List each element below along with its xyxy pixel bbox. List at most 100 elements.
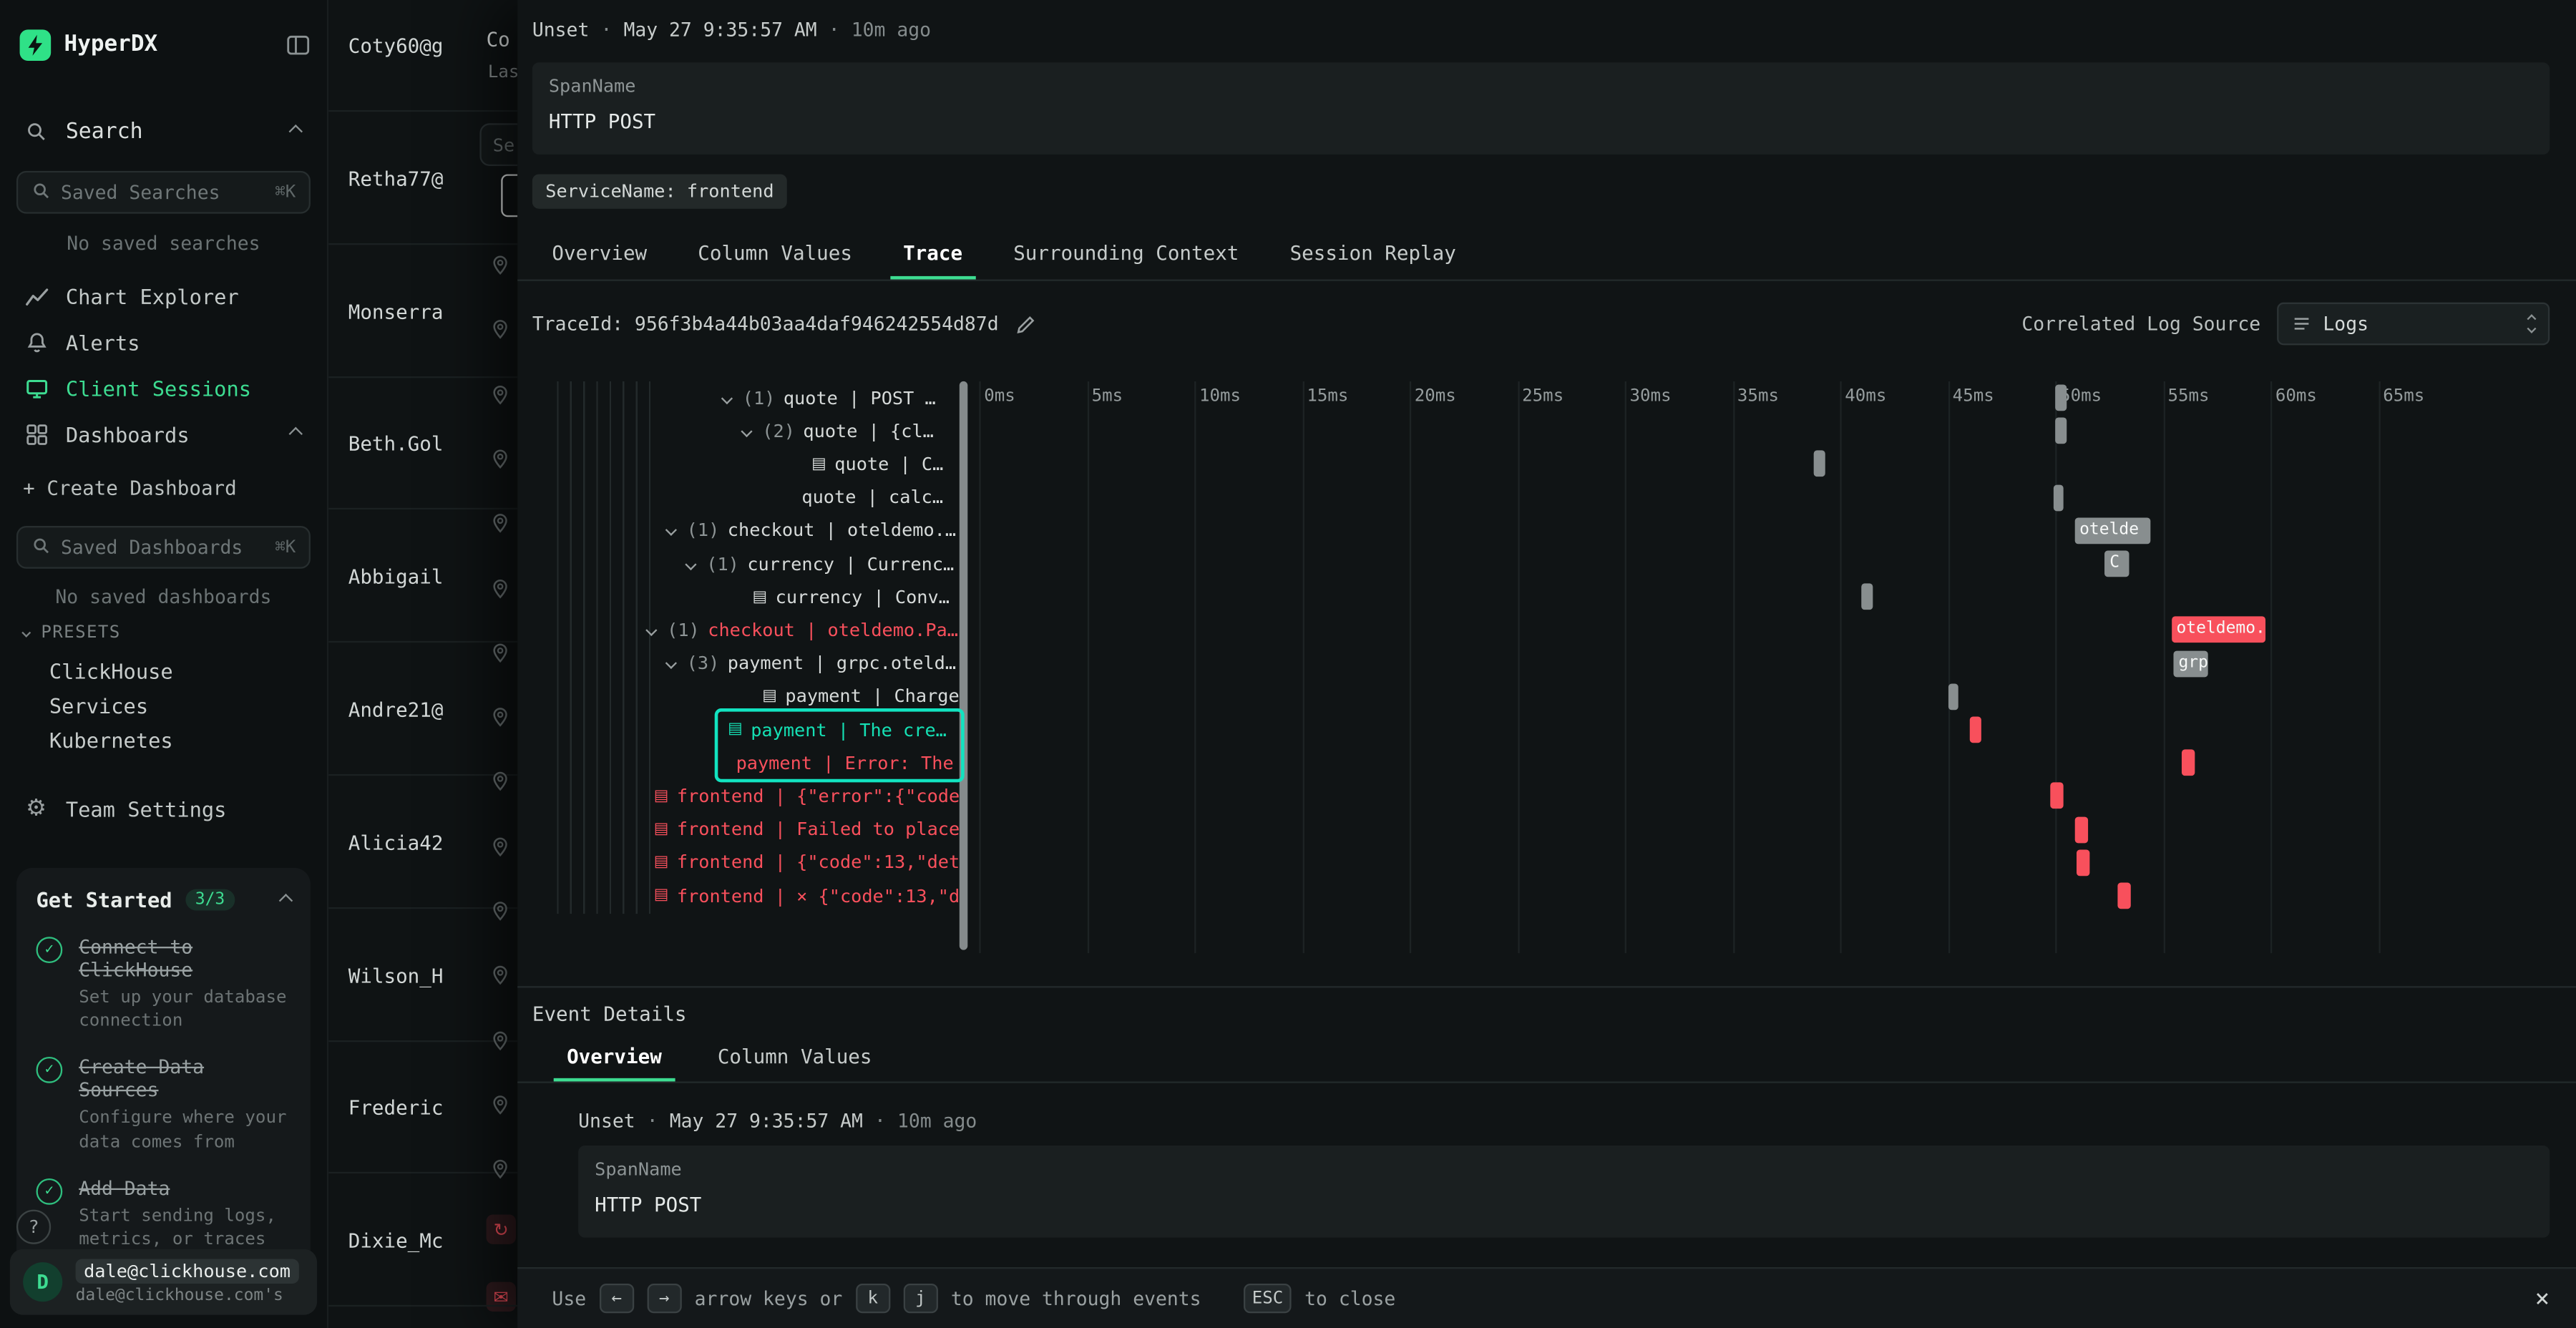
trace-span-row[interactable]: (1)quote | POST … bbox=[552, 381, 959, 414]
close-icon[interactable]: × bbox=[2535, 1284, 2550, 1313]
trace-span-row[interactable]: ▤frontend | {"code":13,"det… bbox=[552, 846, 959, 879]
tab-trace[interactable]: Trace bbox=[890, 230, 976, 280]
search-input-fragment[interactable]: Se bbox=[479, 123, 517, 166]
event-tab-overview[interactable]: Overview bbox=[554, 1034, 675, 1082]
footer-bar: Use ← → arrow keys or k j to move throug… bbox=[517, 1267, 2576, 1328]
trace-span-row[interactable]: ▤payment | Charge … bbox=[552, 680, 959, 713]
span-duration-bar[interactable] bbox=[1814, 451, 1825, 477]
span-duration-bar[interactable] bbox=[1969, 716, 1982, 743]
log-event-icon: ▤ bbox=[762, 689, 777, 705]
create-dashboard-button[interactable]: + Create Dashboard bbox=[23, 477, 237, 499]
span-duration-bar[interactable]: oteldemo. bbox=[2172, 617, 2266, 643]
trace-span-row[interactable]: (3)payment | grpc.oteld… bbox=[552, 647, 959, 680]
span-label: quote | calc… bbox=[801, 487, 943, 508]
session-email[interactable]: Monserra bbox=[348, 300, 444, 323]
span-duration-bar[interactable] bbox=[2074, 816, 2087, 843]
span-duration-bar[interactable] bbox=[2182, 750, 2195, 776]
sidebar-item-chart-explorer[interactable]: Chart Explorer bbox=[0, 273, 327, 318]
tab-column-values[interactable]: Column Values bbox=[685, 230, 865, 280]
session-email[interactable]: Dixie_Mc bbox=[348, 1230, 444, 1253]
saved-dashboards-input[interactable]: Saved Dashboards ⌘K bbox=[16, 526, 311, 569]
get-started-card: Get Started 3/3 ✓Connect to ClickHouseSe… bbox=[16, 868, 311, 1274]
sidebar-item-dashboards[interactable]: Dashboards bbox=[0, 411, 327, 456]
saved-searches-input[interactable]: Saved Searches ⌘K bbox=[16, 171, 311, 214]
session-email[interactable]: Abbigail bbox=[348, 566, 444, 589]
trace-span-row[interactable]: (2)quote | {cl… bbox=[552, 414, 959, 447]
trace-span-row[interactable]: payment | Error: The … bbox=[552, 746, 959, 779]
logo-row: HyperDX bbox=[20, 26, 311, 63]
getstarted-item-create-data-sources[interactable]: ✓Create Data SourcesConfigure where your… bbox=[36, 1055, 291, 1153]
span-duration-bar[interactable] bbox=[2051, 783, 2064, 809]
span-duration-bar[interactable]: grp bbox=[2174, 650, 2208, 677]
trace-span-row[interactable]: ▤frontend | {"error":{"code… bbox=[552, 780, 959, 813]
span-label: frontend | {"code":13,"det… bbox=[677, 852, 960, 874]
sidebar-item-client-sessions[interactable]: Client Sessions bbox=[0, 365, 327, 411]
span-duration-bar[interactable] bbox=[2053, 484, 2064, 511]
tab-session-replay[interactable]: Session Replay bbox=[1277, 230, 1469, 280]
time-tick-label: 55ms bbox=[2167, 386, 2209, 406]
collapse-sidebar-icon[interactable] bbox=[286, 32, 310, 57]
session-email[interactable]: Coty60@g bbox=[348, 34, 444, 57]
mail-icon[interactable]: ✉ bbox=[487, 1282, 516, 1312]
get-started-header[interactable]: Get Started 3/3 bbox=[36, 887, 291, 912]
span-child-count: (1) bbox=[687, 520, 720, 542]
span-duration-bar[interactable] bbox=[2117, 882, 2130, 909]
trace-span-row[interactable]: (1)checkout | oteldemo.Pa… bbox=[552, 614, 959, 647]
row-divider bbox=[328, 1173, 517, 1174]
tab-surrounding-context[interactable]: Surrounding Context bbox=[1000, 230, 1252, 280]
trace-span-row[interactable]: ▤payment | The cre… bbox=[552, 713, 959, 746]
sidebar-item-alerts[interactable]: Alerts bbox=[0, 319, 327, 365]
chevron-down-icon bbox=[741, 425, 752, 436]
trace-span-row[interactable]: (1)currency | Currenc… bbox=[552, 547, 959, 580]
check-circle-icon: ✓ bbox=[36, 937, 63, 963]
chevron-down-icon bbox=[21, 628, 31, 638]
replay-icon[interactable]: ↻ bbox=[487, 1214, 516, 1244]
session-email[interactable]: Retha77@ bbox=[348, 167, 444, 190]
user-menu[interactable]: D dale@clickhouse.com dale@clickhouse.co… bbox=[10, 1249, 317, 1315]
time-tick-label: 20ms bbox=[1415, 386, 1456, 406]
location-pin-icon bbox=[491, 833, 509, 864]
presets-toggle[interactable]: PRESETS bbox=[23, 623, 120, 643]
time-tick-label: 65ms bbox=[2383, 386, 2424, 406]
get-started-title: Get Started bbox=[36, 887, 172, 912]
log-source-select[interactable]: Logs bbox=[2277, 303, 2550, 346]
sidebar-item-kubernetes[interactable]: Kubernetes bbox=[0, 723, 327, 758]
session-email[interactable]: Alicia42 bbox=[348, 831, 444, 854]
getstarted-item-connect-to-clickhouse[interactable]: ✓Connect to ClickHouseSet up your databa… bbox=[36, 935, 291, 1032]
trace-span-row[interactable]: ▤quote | C… bbox=[552, 448, 959, 481]
session-email[interactable]: Frederic bbox=[348, 1097, 444, 1120]
sidebar-item-services[interactable]: Services bbox=[0, 688, 327, 723]
avatar: D bbox=[23, 1262, 62, 1302]
span-duration-bar[interactable]: C bbox=[2104, 550, 2128, 577]
session-email[interactable]: Beth.Gol bbox=[348, 433, 444, 456]
location-pin-icon bbox=[491, 1091, 509, 1123]
trace-span-row[interactable]: quote | calc… bbox=[552, 481, 959, 514]
help-button[interactable]: ? bbox=[16, 1210, 51, 1244]
sidebar-item-search[interactable]: Search bbox=[0, 112, 327, 151]
span-child-count: (2) bbox=[762, 421, 795, 442]
edit-icon[interactable] bbox=[1015, 313, 1037, 335]
session-email[interactable]: Wilson_H bbox=[348, 964, 444, 987]
getstarted-item-add-data[interactable]: ✓Add DataStart sending logs, metrics, or… bbox=[36, 1176, 291, 1251]
event-tab-column-values[interactable]: Column Values bbox=[704, 1034, 884, 1082]
app-title: HyperDX bbox=[64, 31, 158, 58]
scrollbar-thumb[interactable] bbox=[960, 381, 967, 950]
span-label: payment | Error: The … bbox=[736, 753, 960, 774]
service-badge[interactable]: ServiceName: frontend bbox=[532, 174, 787, 208]
trace-span-row[interactable]: ▤currency | Conv… bbox=[552, 580, 959, 613]
trace-span-row[interactable]: ▤frontend | Failed to place… bbox=[552, 813, 959, 846]
button-fragment[interactable] bbox=[501, 174, 517, 217]
span-duration-bar[interactable] bbox=[2055, 418, 2066, 444]
span-duration-bar[interactable] bbox=[1861, 584, 1872, 610]
tab-overview[interactable]: Overview bbox=[539, 230, 660, 280]
span-duration-bar[interactable] bbox=[2077, 849, 2089, 876]
span-duration-bar[interactable] bbox=[1948, 683, 1958, 710]
get-started-items: ✓Connect to ClickHouseSet up your databa… bbox=[36, 935, 291, 1251]
trace-span-row[interactable]: (1)checkout | oteldemo.… bbox=[552, 514, 959, 547]
sidebar-item-clickhouse[interactable]: ClickHouse bbox=[0, 654, 327, 688]
span-duration-bar[interactable] bbox=[2055, 384, 2066, 411]
session-email[interactable]: Andre21@ bbox=[348, 698, 444, 721]
trace-span-row[interactable]: ▤frontend | × {"code":13,"d… bbox=[552, 879, 959, 912]
span-duration-bar[interactable]: otelde bbox=[2074, 517, 2150, 544]
sidebar-item-team-settings[interactable]: ⚙ Team Settings bbox=[0, 789, 327, 829]
